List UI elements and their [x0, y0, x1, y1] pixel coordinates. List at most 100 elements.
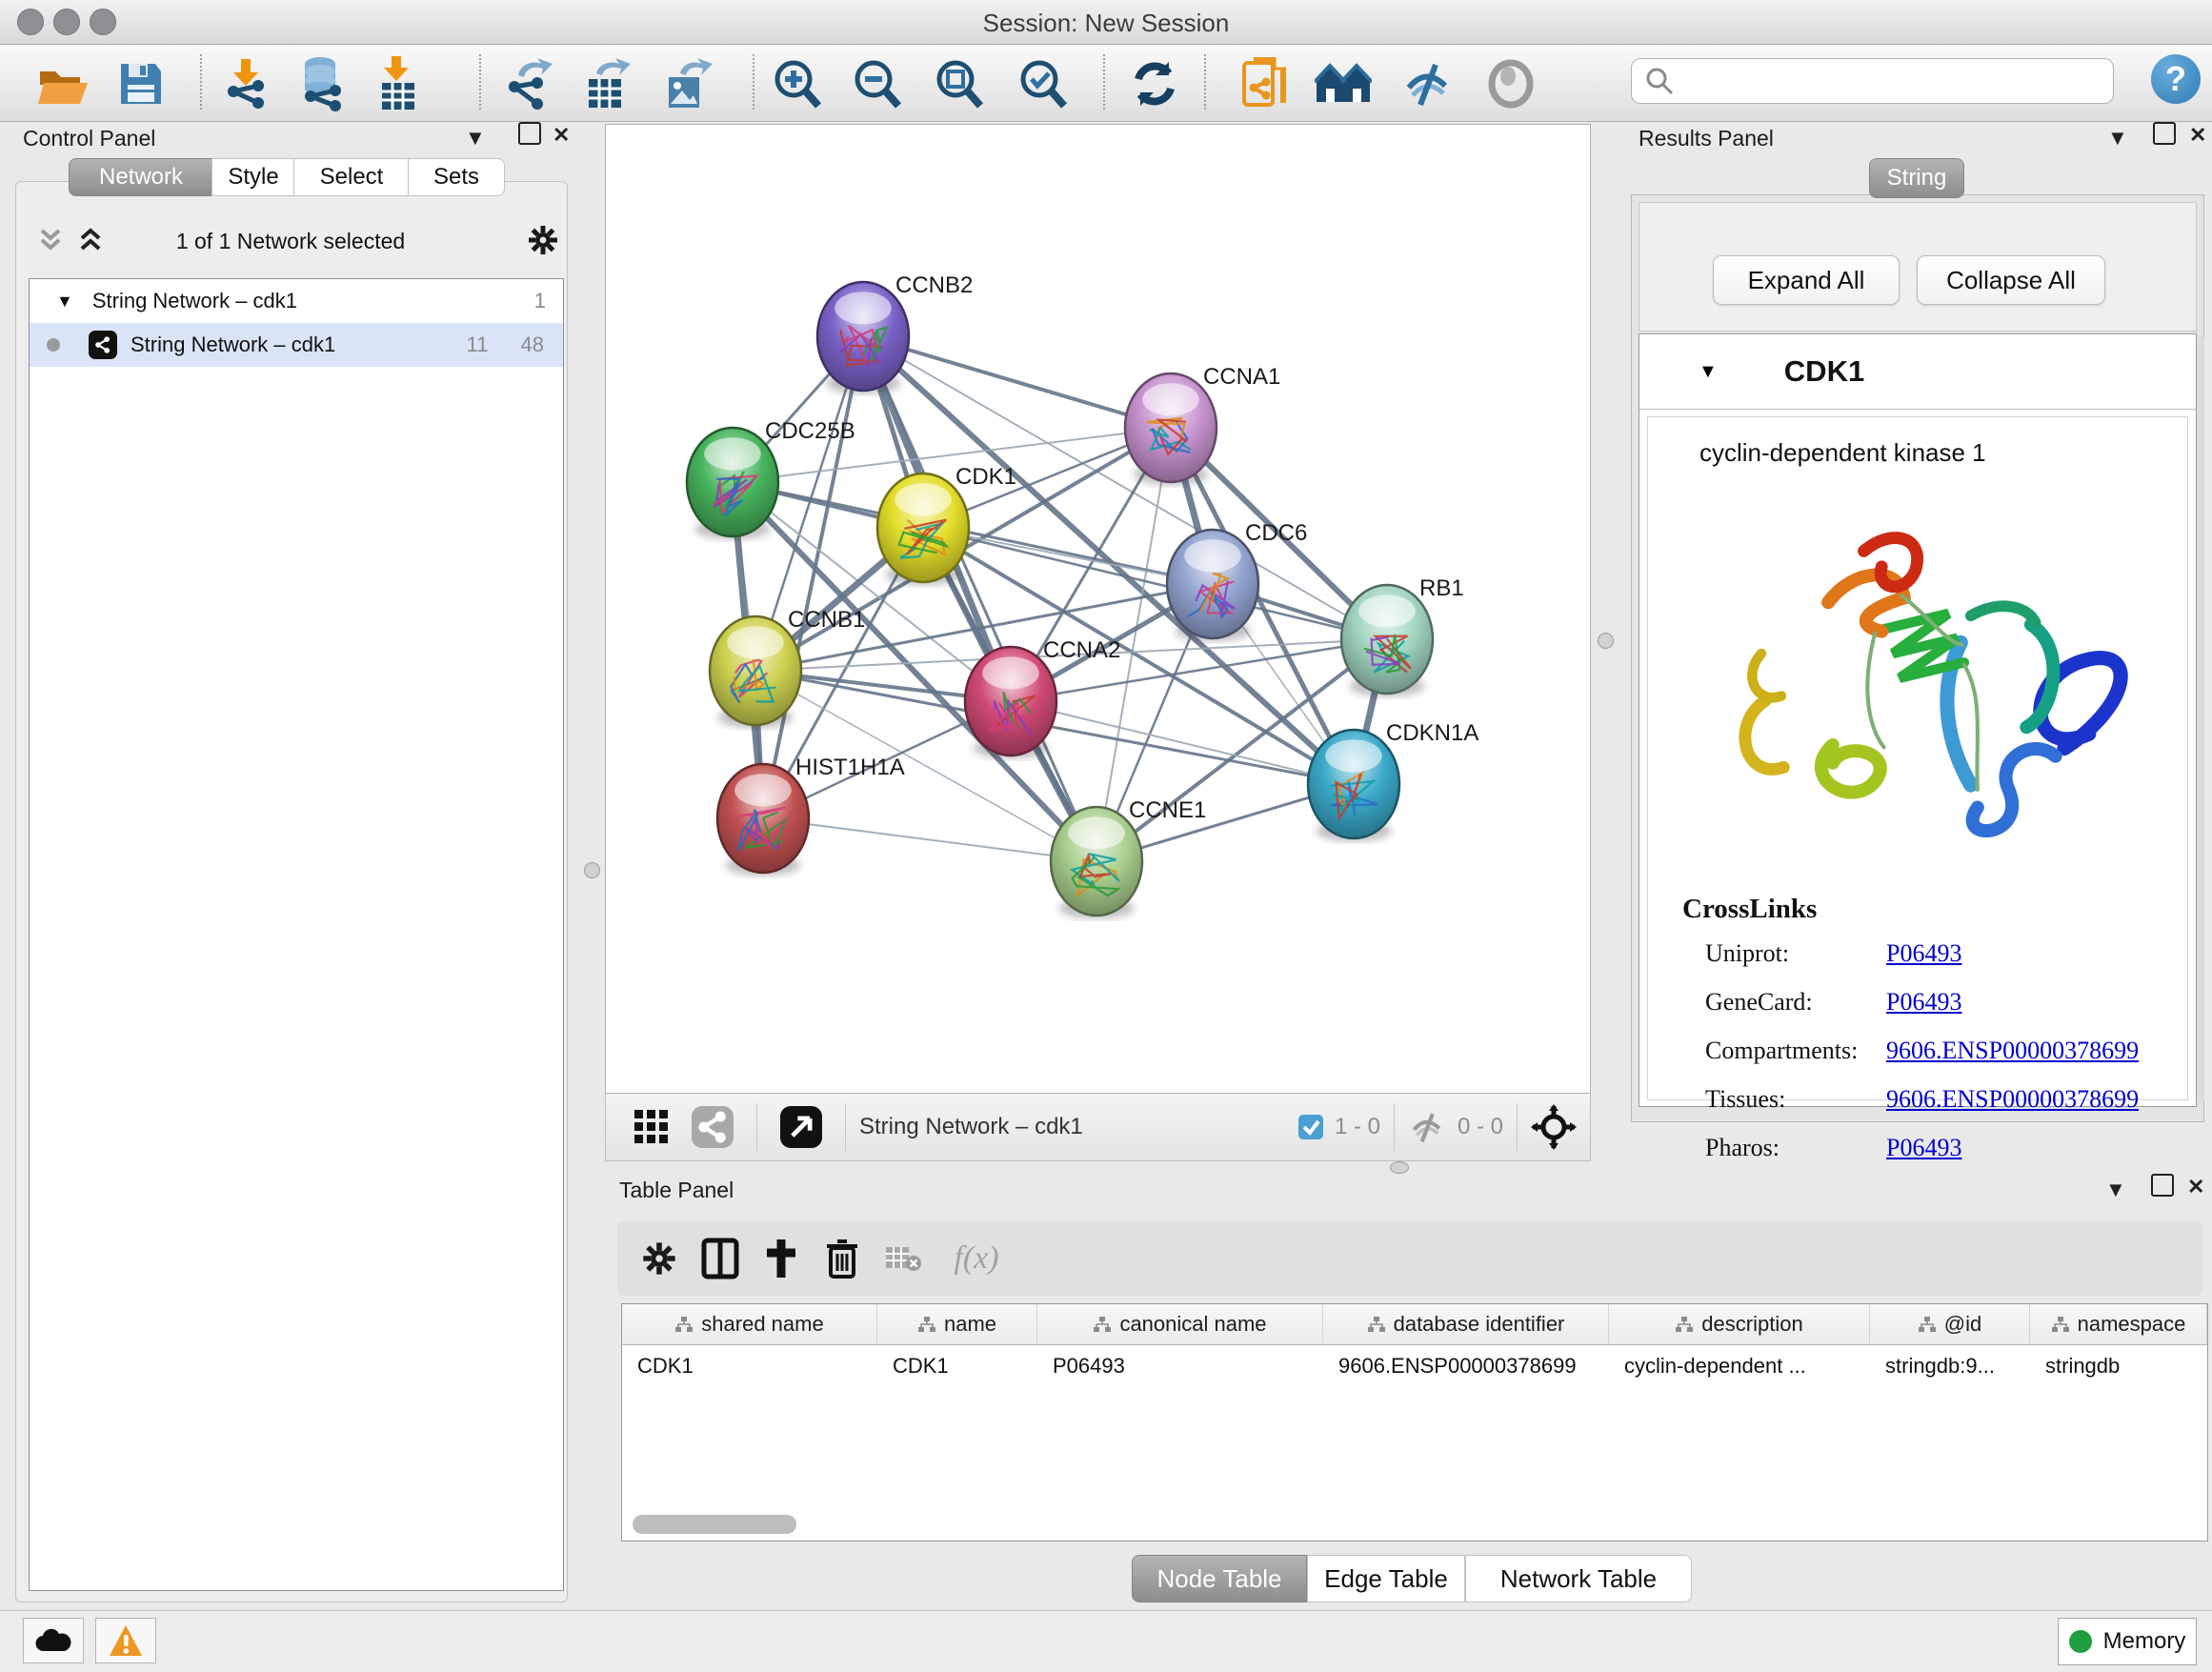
network-collection-row[interactable]: ▼ String Network – cdk1 1 [30, 279, 563, 323]
network-node-rb1[interactable]: RB1 [1341, 575, 1464, 696]
network-list-options-button[interactable] [526, 223, 560, 262]
network-node-hist1h1a[interactable]: HIST1H1A [717, 755, 905, 876]
control-panel-menu-button[interactable]: ▼ [465, 126, 486, 151]
network-node-ccnb2[interactable]: CCNB2 [817, 272, 973, 393]
table-panel-close-button[interactable]: ✕ [2187, 1175, 2204, 1199]
crosslink-link[interactable]: 9606.ENSP00000378699 [1886, 1037, 2139, 1065]
table-cell[interactable]: cyclin-dependent ... [1609, 1354, 1870, 1379]
function-builder-button[interactable]: f(x) [934, 1240, 1019, 1277]
network-canvas[interactable]: CCNB2CCNA1CDC25BCDK1CDC6RB1CCNB1CCNA2CDK… [605, 124, 1591, 1094]
zoom-in-button[interactable] [768, 56, 825, 111]
left-splitter-handle[interactable] [584, 862, 600, 878]
crosslink-link[interactable]: P06493 [1886, 1134, 1961, 1162]
hidden-eye-icon[interactable] [1408, 1110, 1448, 1144]
string-style-button[interactable] [682, 1106, 743, 1148]
delete-column-button[interactable] [812, 1237, 873, 1280]
zoom-selected-button[interactable] [1014, 56, 1071, 111]
grid-view-button[interactable] [621, 1108, 682, 1146]
table-horizontal-scrollbar[interactable] [633, 1515, 796, 1534]
cloud-status-button[interactable] [23, 1618, 84, 1663]
crosslink-link[interactable]: 9606.ENSP00000378699 [1886, 1085, 2139, 1114]
tab-network-table[interactable]: Network Table [1465, 1555, 1692, 1602]
network-node-ccna1[interactable]: CCNA1 [1125, 364, 1280, 485]
show-columns-button[interactable] [690, 1238, 751, 1279]
network-node-cdkn1a[interactable]: CDKN1A [1308, 720, 1478, 841]
table-cell[interactable]: stringdb [2030, 1354, 2207, 1379]
collapse-all-networks-button[interactable] [36, 225, 65, 260]
results-panel-close-button[interactable]: ✕ [2189, 123, 2206, 148]
network-edge[interactable] [923, 528, 1387, 639]
import-network-database-button[interactable] [293, 56, 351, 111]
selected-checkbox-icon[interactable] [1297, 1113, 1325, 1141]
delete-table-button[interactable] [873, 1243, 934, 1274]
zoom-fit-button[interactable] [930, 56, 987, 111]
table-options-button[interactable] [629, 1239, 690, 1278]
network-node-cdk1[interactable]: CDK1 [877, 464, 1016, 585]
column-header-shared-name[interactable]: shared name [622, 1304, 877, 1344]
crosslink-link[interactable]: P06493 [1886, 939, 1961, 968]
birds-eye-view-button[interactable] [771, 1106, 832, 1148]
network-row-selected[interactable]: String Network – cdk1 11 48 [30, 323, 563, 367]
import-table-file-button[interactable] [370, 56, 427, 111]
network-edge[interactable] [1011, 701, 1354, 784]
right-splitter-handle[interactable] [1598, 633, 1614, 649]
search-input[interactable] [1683, 61, 2113, 101]
tab-string-results[interactable]: String [1869, 158, 1964, 198]
tab-network[interactable]: Network [69, 158, 213, 196]
column-header-description[interactable]: description [1609, 1304, 1870, 1344]
hide-selected-button[interactable] [1400, 56, 1458, 111]
table-cell[interactable]: 9606.ENSP00000378699 [1323, 1354, 1609, 1379]
column-header-database-identifier[interactable]: database identifier [1323, 1304, 1609, 1344]
zoom-out-button[interactable] [848, 56, 905, 111]
search-box[interactable] [1631, 58, 2114, 104]
table-panel-menu-button[interactable]: ▼ [2105, 1178, 2126, 1202]
table-panel-float-button[interactable] [2151, 1174, 2174, 1197]
results-panel-float-button[interactable] [2153, 122, 2176, 145]
table-cell[interactable]: CDK1 [877, 1354, 1037, 1379]
network-node-ccnb1[interactable]: CCNB1 [710, 607, 865, 728]
export-table-button[interactable] [579, 56, 636, 111]
column-header-namespace[interactable]: namespace [2030, 1304, 2207, 1344]
refresh-button[interactable] [1126, 56, 1183, 111]
gene-header-row[interactable]: ▼ CDK1 [1639, 334, 2196, 410]
expand-all-button[interactable]: Expand All [1713, 255, 1900, 305]
tab-style[interactable]: Style [211, 158, 295, 196]
export-image-button[interactable] [659, 56, 716, 111]
table-cell[interactable]: P06493 [1037, 1354, 1323, 1379]
home-pages-button[interactable] [1315, 56, 1372, 111]
control-panel-close-button[interactable]: ✕ [553, 123, 570, 148]
network-edge[interactable] [763, 818, 1096, 861]
column-header--id[interactable]: @id [1870, 1304, 2030, 1344]
open-session-button[interactable] [34, 56, 91, 111]
table-row[interactable]: CDK1CDK1P064939606.ENSP00000378699cyclin… [622, 1345, 2207, 1387]
show-all-button[interactable] [1482, 56, 1539, 111]
network-node-ccna2[interactable]: CCNA2 [965, 637, 1120, 758]
collection-expand-arrow[interactable]: ▼ [56, 292, 73, 312]
results-scrollbar[interactable] [2197, 335, 2204, 1103]
control-panel-float-button[interactable] [518, 122, 541, 145]
network-node-ccne1[interactable]: CCNE1 [1051, 797, 1206, 918]
tab-node-table[interactable]: Node Table [1132, 1555, 1307, 1602]
tab-select[interactable]: Select [293, 158, 410, 196]
help-button[interactable]: ? [2151, 54, 2201, 104]
network-edge[interactable] [763, 336, 863, 818]
export-network-button[interactable] [499, 56, 556, 111]
add-column-button[interactable] [751, 1238, 812, 1279]
gene-collapse-arrow[interactable]: ▼ [1699, 361, 1718, 383]
clipboard-share-button[interactable] [1237, 56, 1294, 111]
column-header-canonical-name[interactable]: canonical name [1037, 1304, 1323, 1344]
import-network-file-button[interactable] [217, 56, 274, 111]
column-header-name[interactable]: name [877, 1304, 1037, 1344]
network-edge[interactable] [863, 336, 1096, 861]
table-cell[interactable]: stringdb:9... [1870, 1354, 2030, 1379]
fit-content-crosshair-button[interactable] [1531, 1104, 1577, 1150]
expand-all-networks-button[interactable] [76, 225, 105, 260]
memory-button[interactable]: Memory [2058, 1618, 2197, 1665]
table-cell[interactable]: CDK1 [622, 1354, 877, 1379]
crosslink-link[interactable]: P06493 [1886, 988, 1961, 1017]
results-panel-menu-button[interactable]: ▼ [2107, 126, 2128, 151]
tab-sets[interactable]: Sets [408, 158, 505, 196]
save-session-button[interactable] [112, 56, 170, 111]
tab-edge-table[interactable]: Edge Table [1307, 1555, 1465, 1602]
collapse-all-button[interactable]: Collapse All [1917, 255, 2105, 305]
